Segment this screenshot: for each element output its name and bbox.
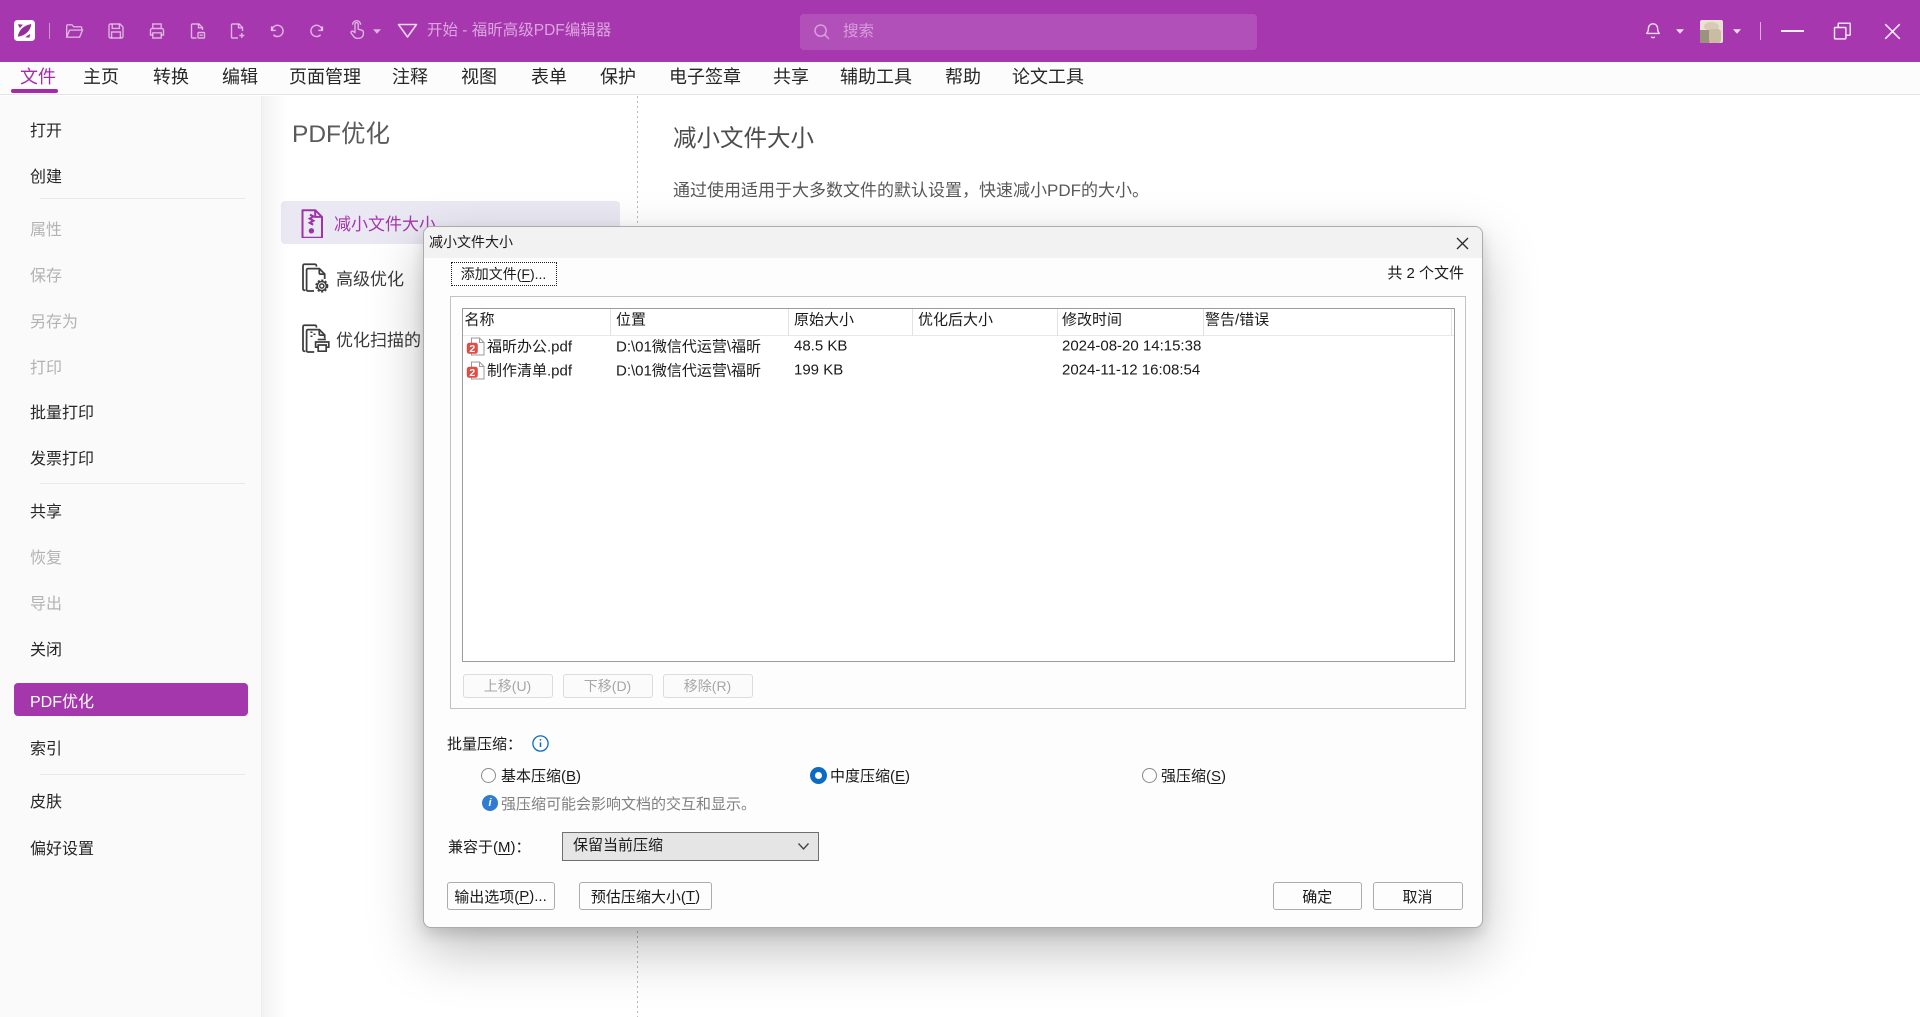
svg-text:2: 2	[469, 367, 475, 379]
svg-text:2: 2	[469, 343, 475, 355]
